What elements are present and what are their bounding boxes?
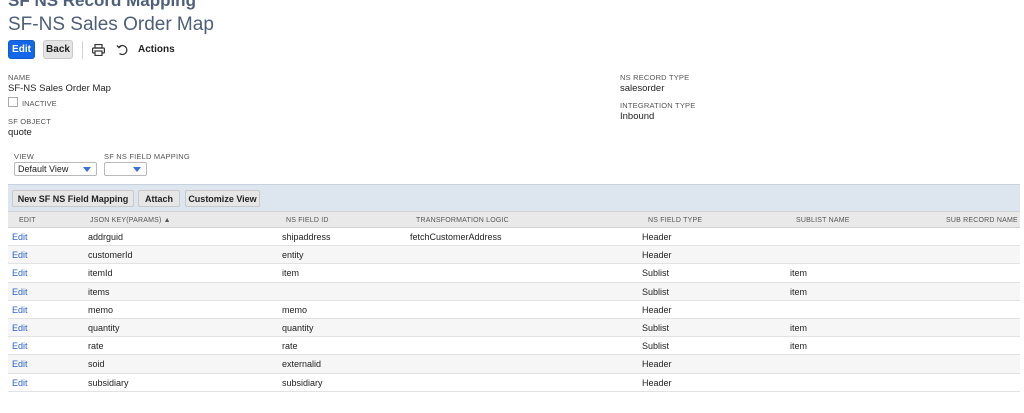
customize-view-button[interactable]: Customize View (185, 190, 260, 207)
table-row: Edit addrguid shipaddress fetchCustomerA… (8, 228, 1020, 247)
cell-sublist-name: item (790, 322, 808, 333)
cell-sublist-name: item (790, 286, 808, 297)
cell-json-key: soid (88, 359, 105, 370)
row-edit-link[interactable]: Edit (12, 378, 28, 388)
cell-json-key: subsidiary (88, 377, 129, 388)
col-ns-field-type[interactable]: NS FIELD TYPE (648, 217, 702, 224)
cell-ns-field-type: Header (642, 359, 672, 370)
row-edit-link[interactable]: Edit (12, 323, 28, 333)
view-select-value: Default View (18, 164, 69, 174)
cell-ns-field-type: Sublist (642, 268, 670, 279)
cell-sublist-name: item (790, 341, 808, 352)
mapping-select[interactable] (104, 162, 147, 176)
sf-object-label: SF OBJECT (8, 117, 52, 126)
inactive-label: INACTIVE (22, 99, 57, 108)
table-row: Edit quantity quantity Sublist item (8, 318, 1020, 338)
row-edit-link[interactable]: Edit (12, 341, 28, 351)
view-label: VIEW (14, 152, 34, 161)
cell-json-key: customerId (88, 250, 133, 261)
row-edit-link[interactable]: Edit (12, 305, 28, 315)
chevron-down-icon (83, 167, 91, 172)
table-row: Edit memo memo Header (8, 301, 1020, 319)
cell-ns-field-id: item (282, 268, 300, 279)
sf-object-value: quote (8, 127, 32, 138)
cell-ns-field-id: entity (282, 250, 304, 261)
record-type-title: SF NS Record Mapping (8, 0, 196, 10)
toolbar-divider (82, 40, 83, 59)
cell-ns-field-id: shipaddress (282, 232, 331, 242)
ns-record-type-label: NS RECORD TYPE (620, 73, 690, 82)
name-value: SF-NS Sales Order Map (8, 83, 111, 94)
cell-ns-field-type: Sublist (642, 322, 670, 333)
cell-ns-field-id: rate (282, 341, 298, 352)
table-row: Edit rate rate Sublist item (8, 337, 1020, 356)
cell-ns-field-id: subsidiary (282, 377, 323, 388)
new-field-mapping-button[interactable]: New SF NS Field Mapping (12, 190, 134, 207)
cell-json-key: itemId (88, 268, 113, 279)
cell-ns-field-type: Sublist (642, 286, 670, 297)
page-title: SF-NS Sales Order Map (8, 14, 214, 35)
edit-button[interactable]: Edit (8, 40, 35, 59)
row-edit-link[interactable]: Edit (12, 268, 28, 278)
cell-sublist-name: item (790, 268, 808, 279)
sublist-toolbar: New SF NS Field Mapping Attach Customize… (8, 184, 1020, 211)
cell-ns-field-id: quantity (282, 322, 314, 333)
row-edit-link[interactable]: Edit (12, 232, 28, 242)
cell-ns-field-type: Header (642, 232, 672, 242)
table-row: Edit items Sublist item (8, 282, 1020, 301)
name-label: NAME (8, 73, 31, 82)
mapping-label: SF NS FIELD MAPPING (104, 152, 190, 161)
view-select[interactable]: Default View (14, 162, 97, 176)
col-transformation-logic[interactable]: TRANSFORMATION LOGIC (416, 217, 509, 224)
row-edit-link[interactable]: Edit (12, 359, 28, 369)
cell-json-key: rate (88, 341, 104, 352)
refresh-icon[interactable] (113, 40, 131, 59)
print-icon[interactable] (89, 40, 107, 59)
cell-json-key: addrguid (88, 232, 124, 242)
integration-type-label: INTEGRATION TYPE (620, 101, 696, 110)
cell-json-key: memo (88, 304, 114, 315)
cell-json-key: items (88, 286, 110, 297)
cell-json-key: quantity (88, 322, 120, 333)
table-body: Edit addrguid shipaddress fetchCustomerA… (8, 228, 1020, 392)
table-row: Edit itemId item Sublist item (8, 264, 1020, 283)
col-ns-field-id[interactable]: NS FIELD ID (286, 217, 329, 224)
cell-ns-field-type: Header (642, 304, 672, 315)
table-row: Edit subsidiary subsidiary Header (8, 374, 1020, 392)
ns-record-type-value: salesorder (620, 83, 665, 94)
cell-transformation: fetchCustomerAddress (410, 232, 502, 242)
integration-type-value: Inbound (620, 111, 655, 122)
cell-ns-field-id: memo (282, 304, 308, 315)
row-edit-link[interactable]: Edit (12, 250, 28, 260)
table-header: EDIT JSON KEY(PARAMS) ▲ NS FIELD ID TRAN… (8, 211, 1020, 228)
toolbar: Edit Back Actions (8, 40, 175, 59)
col-edit: EDIT (19, 217, 36, 224)
attach-button[interactable]: Attach (138, 190, 180, 207)
cell-ns-field-id: externalid (282, 359, 322, 370)
inactive-checkbox[interactable] (8, 97, 18, 107)
cell-ns-field-type: Sublist (642, 341, 670, 352)
cell-ns-field-type: Header (642, 250, 672, 261)
col-sub-record-name[interactable]: SUB RECORD NAME (946, 217, 1018, 224)
table-row: Edit soid externalid Header (8, 355, 1020, 374)
col-sublist-name[interactable]: SUBLIST NAME (796, 217, 850, 224)
table-row: Edit customerId entity Header (8, 246, 1020, 265)
col-json-key[interactable]: JSON KEY(PARAMS) ▲ (90, 217, 171, 224)
actions-menu[interactable]: Actions (138, 44, 175, 55)
cell-ns-field-type: Header (642, 377, 672, 388)
row-edit-link[interactable]: Edit (12, 287, 28, 297)
chevron-down-icon (133, 167, 141, 172)
back-button[interactable]: Back (43, 40, 73, 59)
